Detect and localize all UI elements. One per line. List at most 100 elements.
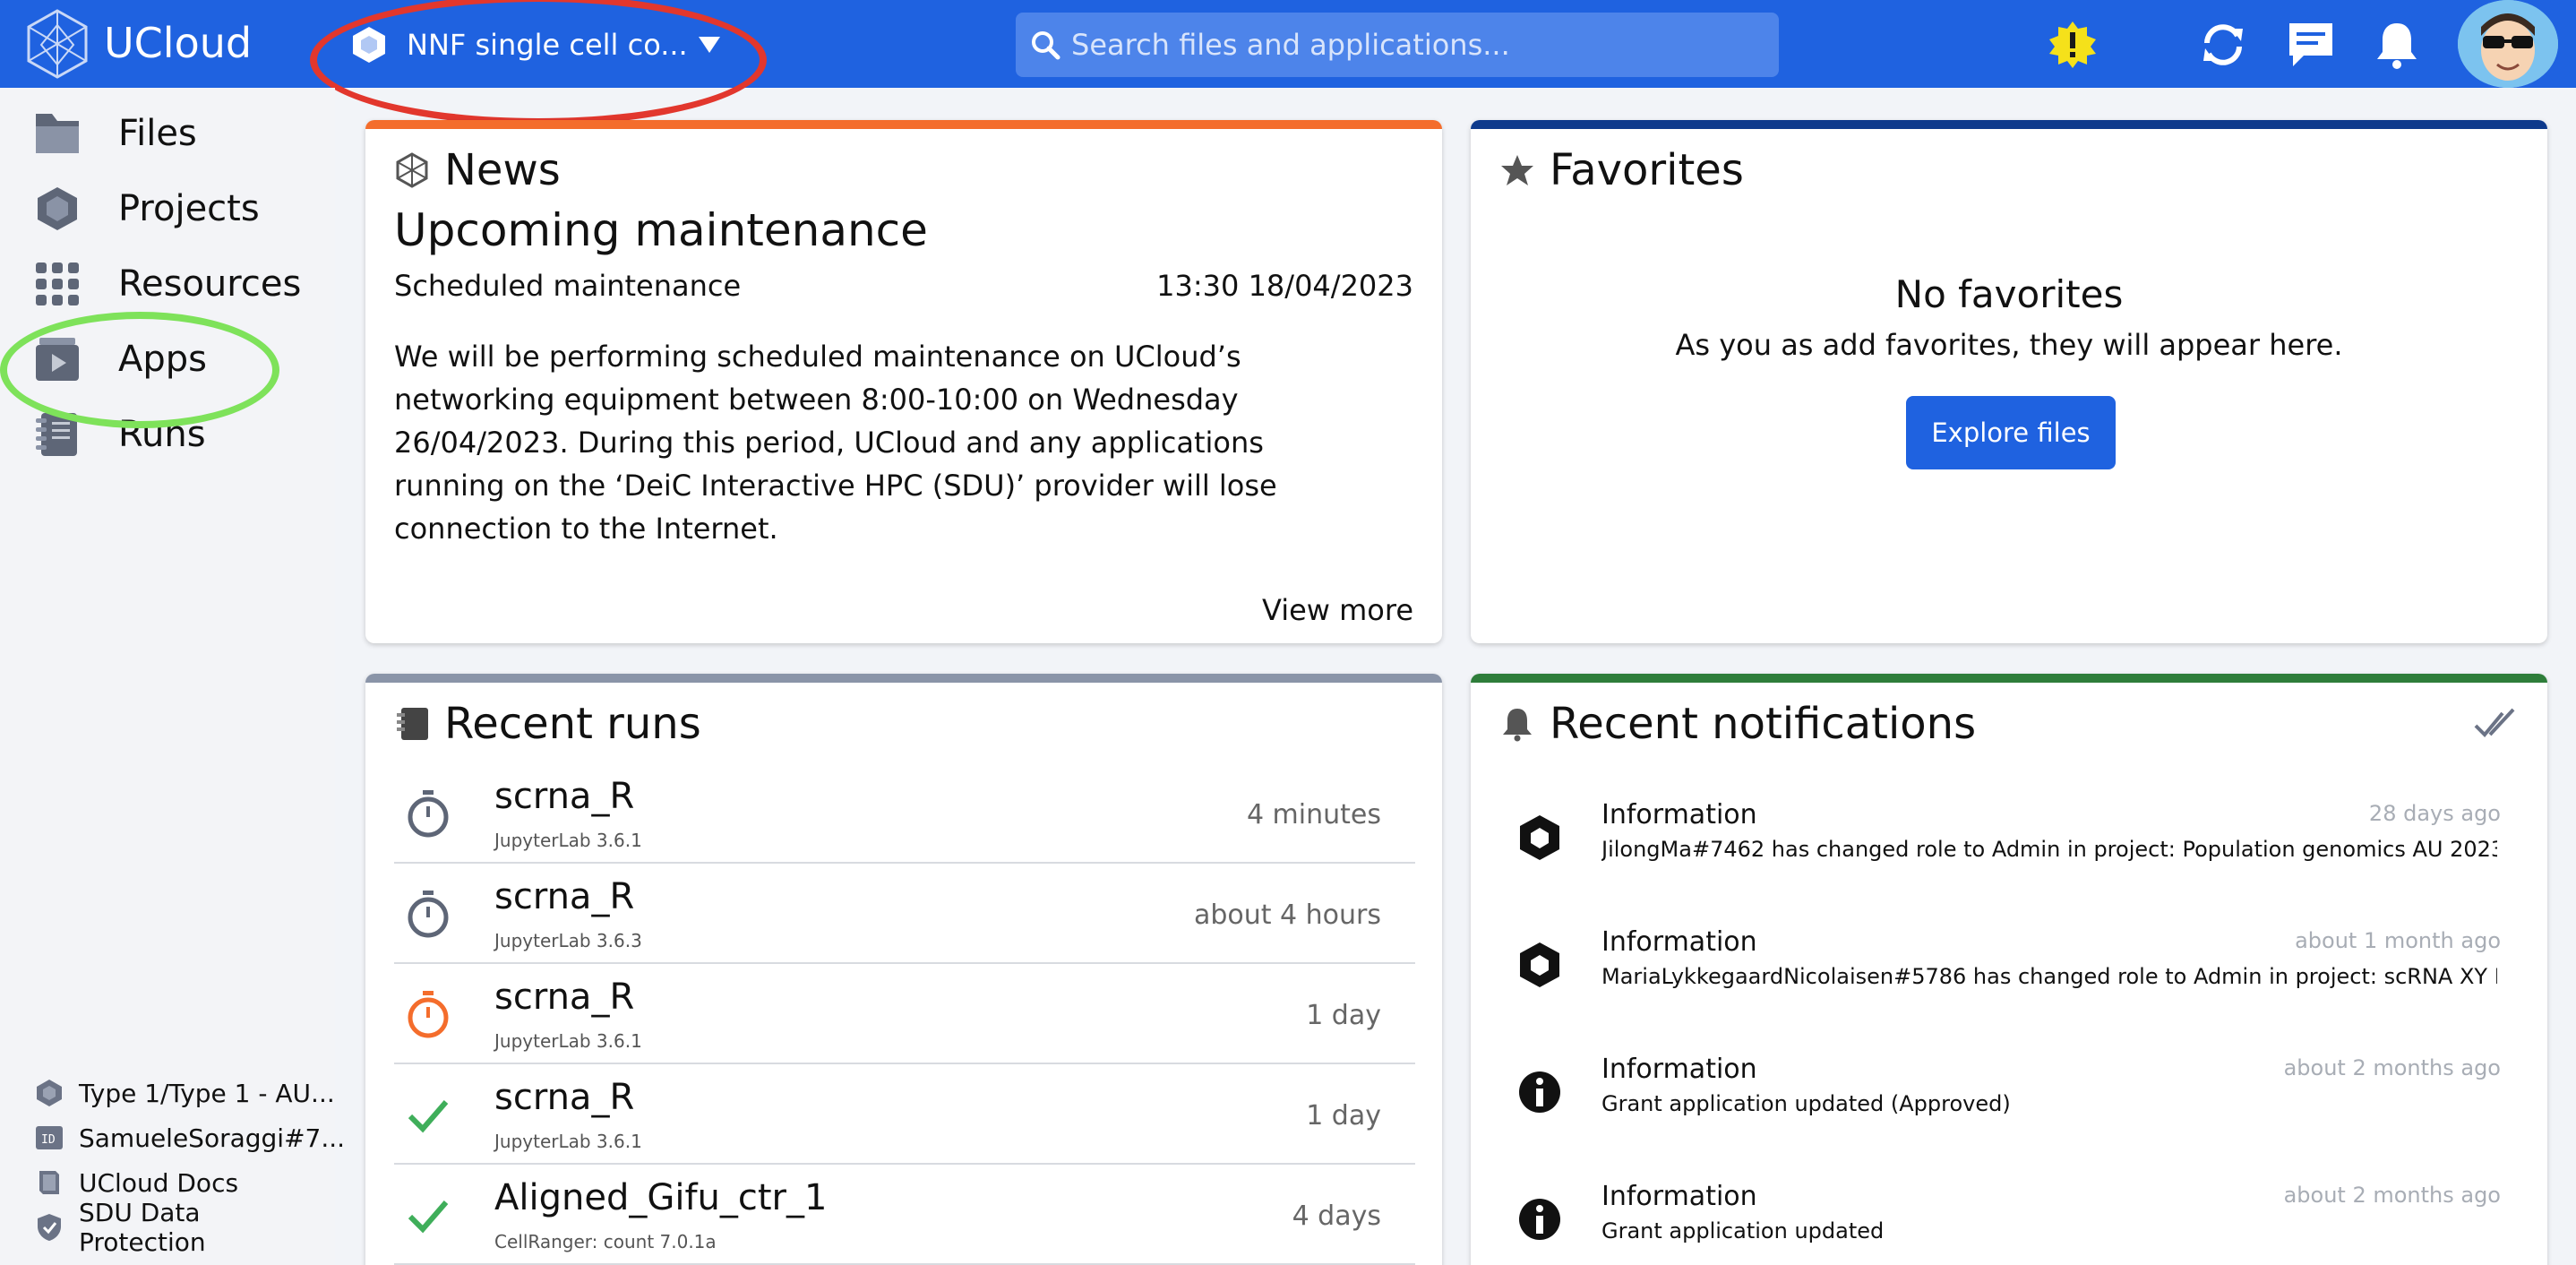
notification-item[interactable]: Information Grant application updated (A… xyxy=(1498,1046,2519,1145)
recent-runs-card: Recent runs scrna_R JupyterLab 3.6.1 4 m… xyxy=(365,674,1442,1265)
notifications-accent-bar xyxy=(1471,674,2547,683)
stopwatch-icon xyxy=(408,891,449,938)
ucloud-logo-icon[interactable] xyxy=(25,9,90,79)
sidebar: Files Projects Resources Apps Runs Type … xyxy=(0,88,345,1265)
bell-icon[interactable] xyxy=(2372,20,2422,70)
sidebar-item-projects[interactable]: Projects xyxy=(32,177,260,240)
notification-time: 28 days ago xyxy=(2368,801,2501,826)
favorites-accent-bar xyxy=(1471,120,2547,129)
warning-badge-icon[interactable] xyxy=(2048,20,2098,70)
notification-item[interactable]: Information MariaLykkegaardNicolaisen#57… xyxy=(1498,919,2519,1018)
sidebar-item-apps[interactable]: Apps xyxy=(32,328,207,391)
refresh-icon[interactable] xyxy=(2198,20,2248,70)
sidebar-footer-label: Type 1/Type 1 - AU... xyxy=(79,1078,335,1108)
recent-notifications-card: Recent notifications Information JilongM… xyxy=(1471,674,2547,1265)
news-subtitle: Scheduled maintenance xyxy=(394,269,742,303)
sidebar-footer-project[interactable]: Type 1/Type 1 - AU... xyxy=(34,1075,335,1111)
run-name: scrna_R xyxy=(494,776,635,817)
news-title-text: News xyxy=(444,145,561,195)
sidebar-item-label: Runs xyxy=(118,414,206,455)
search-icon xyxy=(1032,31,1060,60)
svg-text:ID: ID xyxy=(41,1133,56,1147)
notification-title: Information xyxy=(1601,1054,1757,1085)
notification-message: MariaLykkegaardNicolaisen#5786 has chang… xyxy=(1601,964,2497,989)
folder-icon xyxy=(36,114,79,153)
notification-time: about 2 months ago xyxy=(2283,1183,2501,1208)
run-time: about 4 hours xyxy=(1193,899,1381,931)
run-app: JupyterLab 3.6.1 xyxy=(494,1131,642,1152)
notification-title: Information xyxy=(1601,926,1757,958)
favorites-title-text: Favorites xyxy=(1550,145,1744,195)
user-avatar[interactable] xyxy=(2458,0,2558,88)
sidebar-item-runs[interactable]: Runs xyxy=(32,403,206,466)
hexagon-icon xyxy=(1520,815,1559,860)
checkmark-icon xyxy=(408,1100,449,1133)
sidebar-footer-user-id[interactable]: ID SamueleSoraggi#7... xyxy=(34,1120,345,1156)
run-name: scrna_R xyxy=(494,876,635,917)
run-row[interactable]: Aligned_Gifu_ctr_1 CellRanger: count 7.0… xyxy=(394,1165,1415,1265)
sidebar-footer-docs[interactable]: UCloud Docs xyxy=(34,1165,238,1200)
news-date: 13:30 18/04/2023 xyxy=(1156,269,1413,303)
sidebar-item-label: Resources xyxy=(118,263,302,305)
news-card: News Upcoming maintenance Scheduled main… xyxy=(365,120,1442,643)
explore-files-button[interactable]: Explore files xyxy=(1906,396,2116,469)
favorites-empty-title: No favorites xyxy=(1894,272,2124,316)
favorites-empty-subtitle: As you as add favorites, they will appea… xyxy=(1675,328,2343,362)
notebook-icon xyxy=(36,413,77,456)
notification-item[interactable]: Information Grant application updated ab… xyxy=(1498,1174,2519,1265)
notification-title: Information xyxy=(1601,1181,1757,1212)
shield-icon xyxy=(37,1214,61,1241)
run-time: 4 days xyxy=(1292,1200,1381,1232)
view-more-link[interactable]: View more xyxy=(1262,593,1413,627)
hexagon-icon xyxy=(38,187,77,230)
top-bar: UCloud NNF single cell co... xyxy=(0,0,2576,88)
notification-time: about 1 month ago xyxy=(2295,928,2501,953)
run-name: Aligned_Gifu_ctr_1 xyxy=(494,1177,828,1218)
run-row[interactable]: scrna_R JupyterLab 3.6.1 1 day xyxy=(394,964,1415,1064)
ucloud-logo-icon xyxy=(396,152,428,188)
notification-time: about 2 months ago xyxy=(2283,1055,2501,1080)
notification-item[interactable]: Information JilongMa#7462 has changed ro… xyxy=(1498,792,2519,891)
grid-icon xyxy=(36,262,79,305)
checkmark-icon xyxy=(408,1200,449,1234)
run-app: JupyterLab 3.6.3 xyxy=(494,930,642,951)
run-row[interactable]: scrna_R JupyterLab 3.6.1 4 minutes xyxy=(394,763,1415,864)
notebook-icon xyxy=(397,708,428,740)
notification-message: Grant application updated (Approved) xyxy=(1601,1091,2011,1116)
notifications-card-title: Recent notifications xyxy=(1499,699,1976,749)
run-name: scrna_R xyxy=(494,1077,635,1118)
brand-name[interactable]: UCloud xyxy=(104,16,252,70)
project-selector-label: NNF single cell co... xyxy=(407,28,688,62)
star-icon xyxy=(1501,155,1533,185)
app-window-icon xyxy=(36,338,79,381)
caret-down-icon xyxy=(698,37,720,53)
sidebar-item-resources[interactable]: Resources xyxy=(32,253,301,315)
book-icon xyxy=(39,1171,59,1194)
project-selector[interactable]: NNF single cell co... xyxy=(351,20,722,70)
hexagon-icon xyxy=(353,27,385,63)
hexagon-icon xyxy=(37,1080,62,1106)
hexagon-icon xyxy=(1520,942,1559,987)
run-time: 1 day xyxy=(1306,1000,1381,1031)
sidebar-item-label: Projects xyxy=(118,188,260,229)
chat-icon[interactable] xyxy=(2286,20,2336,70)
run-app: JupyterLab 3.6.1 xyxy=(494,830,642,851)
sidebar-footer-label: UCloud Docs xyxy=(79,1167,239,1198)
sidebar-item-label: Files xyxy=(118,113,197,154)
mark-all-read-icon[interactable] xyxy=(2474,704,2519,744)
sidebar-item-files[interactable]: Files xyxy=(32,102,197,165)
avatar-face-icon xyxy=(2458,0,2558,88)
runs-card-title: Recent runs xyxy=(394,699,701,749)
search-input[interactable] xyxy=(1071,28,1770,62)
sidebar-footer-data-protection[interactable]: SDU Data Protection xyxy=(34,1198,335,1257)
run-app: JupyterLab 3.6.1 xyxy=(494,1030,642,1052)
sidebar-footer-label: SDU Data Protection xyxy=(78,1198,206,1257)
search-bar[interactable] xyxy=(1016,13,1779,77)
run-row[interactable]: scrna_R JupyterLab 3.6.1 1 day xyxy=(394,1064,1415,1165)
news-headline[interactable]: Upcoming maintenance xyxy=(394,204,928,256)
favorites-card: Favorites No favorites As you as add fav… xyxy=(1471,120,2547,643)
run-row[interactable]: scrna_R JupyterLab 3.6.3 about 4 hours xyxy=(394,864,1415,964)
id-card-icon: ID xyxy=(36,1126,63,1149)
runs-accent-bar xyxy=(365,674,1442,683)
notifications-title-text: Recent notifications xyxy=(1550,699,1977,749)
